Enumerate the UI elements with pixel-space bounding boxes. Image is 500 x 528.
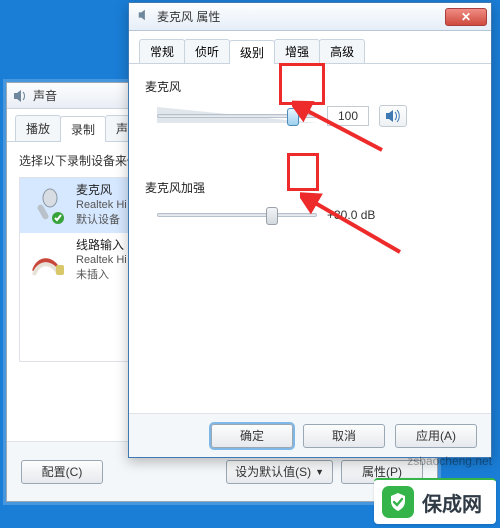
speaker-icon (137, 8, 151, 25)
device-name: 线路输入 (76, 238, 127, 253)
mic-level-group: 麦克风 100 (145, 78, 475, 127)
mic-properties-window: 麦克风 属性 ✕ 常规 侦听 级别 增强 高级 麦克风 100 (128, 2, 492, 458)
brand-text: 保成网 (422, 488, 482, 517)
apply-button[interactable]: 应用(A) (395, 424, 477, 448)
levels-panel: 麦克风 100 麦克风加强 +30.0 dB (129, 64, 491, 290)
tab-enhance[interactable]: 增强 (274, 39, 320, 63)
tab-advanced[interactable]: 高级 (319, 39, 365, 63)
device-text: 线路输入 Realtek Hi 未插入 (76, 238, 127, 283)
chevron-down-icon: ▼ (315, 467, 324, 477)
sound-window-title: 声音 (33, 89, 57, 103)
tab-listen[interactable]: 侦听 (184, 39, 230, 63)
ok-button[interactable]: 确定 (211, 424, 293, 448)
mute-button[interactable] (379, 105, 407, 127)
mic-boost-label: 麦克风加强 (145, 179, 475, 196)
mic-level-value: 100 (327, 106, 369, 126)
microphone-icon (28, 186, 68, 226)
tab-recording[interactable]: 录制 (60, 116, 106, 142)
properties-titlebar: 麦克风 属性 ✕ (129, 3, 491, 31)
speaker-icon (12, 87, 28, 103)
mic-level-label: 麦克风 (145, 78, 475, 95)
configure-button[interactable]: 配置(C) (21, 460, 103, 484)
device-status: 未插入 (76, 268, 127, 283)
linein-icon (28, 241, 68, 281)
properties-buttons: 确定 取消 应用(A) (129, 413, 491, 457)
device-name: 麦克风 (76, 183, 127, 198)
device-driver: Realtek Hi (76, 198, 127, 213)
tab-levels[interactable]: 级别 (229, 40, 275, 64)
brand-logo: 保成网 (374, 478, 496, 524)
set-default-button[interactable]: 设为默认值(S) ▼ (226, 460, 333, 484)
close-button[interactable]: ✕ (445, 8, 487, 26)
device-driver: Realtek Hi (76, 253, 127, 268)
mic-level-thumb[interactable] (287, 108, 299, 126)
properties-tabs: 常规 侦听 级别 增强 高级 (129, 31, 491, 64)
shield-check-icon (382, 486, 414, 518)
mic-boost-thumb[interactable] (266, 207, 278, 225)
mic-level-slider[interactable] (157, 107, 317, 125)
watermark: zsbaocheng.net (407, 454, 492, 468)
mic-boost-value: +30.0 dB (327, 208, 375, 222)
tab-playback[interactable]: 播放 (15, 115, 61, 141)
close-icon: ✕ (461, 10, 471, 24)
device-text: 麦克风 Realtek Hi 默认设备 (76, 183, 127, 228)
tab-general[interactable]: 常规 (139, 39, 185, 63)
mic-boost-group: 麦克风加强 +30.0 dB (145, 179, 475, 224)
set-default-label: 设为默认值(S) (235, 463, 311, 480)
properties-title: 麦克风 属性 (157, 8, 220, 25)
device-status: 默认设备 (76, 213, 127, 228)
mic-boost-slider[interactable] (157, 206, 317, 224)
cancel-button[interactable]: 取消 (303, 424, 385, 448)
